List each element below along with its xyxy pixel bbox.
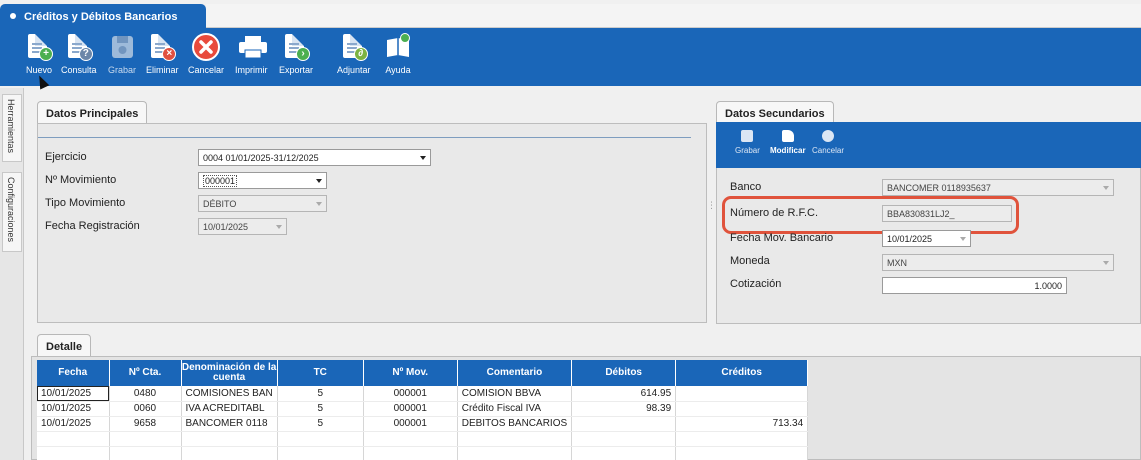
new-button[interactable]: + Nuevo <box>24 32 54 75</box>
chevron-down-icon <box>316 202 322 206</box>
chevron-down-icon <box>1103 186 1109 190</box>
cell-comentario[interactable]: Crédito Fiscal IVA <box>457 401 573 417</box>
cell-creditos[interactable] <box>675 401 809 417</box>
save-button[interactable]: Grabar <box>107 32 137 75</box>
column-header-cta[interactable]: Nº Cta. <box>109 360 182 386</box>
cell-debitos[interactable]: 98.39 <box>571 401 677 417</box>
cell-debitos[interactable]: 614.95 <box>571 386 677 402</box>
cell-comentario[interactable]: DEBITOS BANCARIOS <box>457 416 573 432</box>
fecha-mov-field[interactable]: 10/01/2025 <box>882 230 971 247</box>
delete-button[interactable]: × Eliminar <box>146 32 179 75</box>
attach-button[interactable]: ∂ Adjuntar <box>337 32 371 75</box>
detalle-grid: Fecha Nº Cta. Denominación de la cuenta … <box>37 360 809 460</box>
table-row[interactable]: 10/01/2025 0480 COMISIONES BAN 5 000001 … <box>37 386 809 402</box>
banco-select: BANCOMER 0118935637 <box>882 179 1114 196</box>
cancel-circle-icon <box>191 32 221 62</box>
column-header-denominacion[interactable]: Denominación de la cuenta <box>181 360 278 386</box>
query-document-icon: ? <box>64 32 94 62</box>
moneda-label: Moneda <box>730 255 770 267</box>
movimiento-select[interactable]: 000001 <box>198 172 327 189</box>
cotizacion-label: Cotización <box>730 278 782 290</box>
export-button[interactable]: › Exportar <box>279 32 313 75</box>
rfc-highlight-annotation <box>722 196 1019 234</box>
calendar-dropdown-icon <box>960 237 966 241</box>
ejercicio-label: Ejercicio <box>45 151 87 163</box>
chevron-down-icon <box>1103 261 1109 265</box>
cell-tc[interactable]: 5 <box>277 386 364 402</box>
attach-document-icon: ∂ <box>339 32 369 62</box>
save-disk-icon <box>741 130 754 142</box>
tipo-label: Tipo Movimiento <box>45 197 126 209</box>
title-strip <box>206 4 1141 28</box>
edit-document-icon <box>781 130 794 142</box>
cancel-button[interactable]: Cancelar <box>188 32 224 75</box>
column-header-debitos[interactable]: Débitos <box>571 360 677 386</box>
cell-comentario[interactable]: COMISION BBVA <box>457 386 573 402</box>
printer-icon <box>236 32 268 62</box>
table-row[interactable]: 10/01/2025 0060 IVA ACREDITABL 5 000001 … <box>37 401 809 417</box>
fecha-field: 10/01/2025 <box>198 218 287 235</box>
window-dot-icon <box>10 13 16 19</box>
cell-creditos[interactable]: 713.34 <box>675 416 809 432</box>
column-header-fecha[interactable]: Fecha <box>37 360 110 386</box>
cell-mov[interactable]: 000001 <box>363 401 458 417</box>
cell-cta[interactable]: 0480 <box>109 386 182 402</box>
column-header-creditos[interactable]: Créditos <box>675 360 809 386</box>
tipo-select: DÉBITO <box>198 195 327 212</box>
fecha-label: Fecha Registración <box>45 220 140 232</box>
tab-tools[interactable]: Herramientas <box>2 94 22 162</box>
column-header-comentario[interactable]: Comentario <box>457 360 573 386</box>
side-tabs: Herramientas Configuraciones <box>0 88 24 460</box>
cell-tc[interactable]: 5 <box>277 401 364 417</box>
cancel-circle-icon <box>822 130 834 142</box>
query-button[interactable]: ? Consulta <box>61 32 97 75</box>
calendar-dropdown-icon <box>276 225 282 229</box>
cell-fecha[interactable]: 10/01/2025 <box>37 386 110 402</box>
column-header-mov[interactable]: Nº Mov. <box>363 360 458 386</box>
banco-label: Banco <box>730 181 762 193</box>
cell-cta[interactable]: 9658 <box>109 416 182 432</box>
column-header-tc[interactable]: TC <box>277 360 364 386</box>
cell-fecha[interactable]: 10/01/2025 <box>37 401 110 417</box>
cell-denominacion[interactable]: BANCOMER 0118 <box>181 416 278 432</box>
cell-cta[interactable]: 0060 <box>109 401 182 417</box>
secundarios-toolbar: Grabar Modificar Cancelar <box>716 122 1141 168</box>
fecha-mov-label: Fecha Mov. Bancario <box>730 232 834 244</box>
cell-fecha[interactable]: 10/01/2025 <box>37 416 110 432</box>
window-title: Créditos y Débitos Bancarios <box>24 11 178 23</box>
cotizacion-field[interactable]: 1.0000 <box>882 277 1067 294</box>
splitter-handle[interactable]: ⋮ <box>707 200 716 220</box>
new-document-icon: + <box>24 32 54 62</box>
cell-mov[interactable]: 000001 <box>363 416 458 432</box>
chevron-down-icon <box>420 156 426 160</box>
cell-tc[interactable]: 5 <box>277 416 364 432</box>
ejercicio-select[interactable]: 0004 01/01/2025-31/12/2025 <box>198 149 431 166</box>
moneda-select: MXN <box>882 254 1114 271</box>
print-button[interactable]: Imprimir <box>235 32 268 75</box>
window-tab[interactable]: Créditos y Débitos Bancarios <box>0 4 206 28</box>
cell-denominacion[interactable]: COMISIONES BAN <box>181 386 278 402</box>
movimiento-label: Nº Movimiento <box>45 174 117 186</box>
grid-header-row: Fecha Nº Cta. Denominación de la cuenta … <box>37 360 809 386</box>
delete-document-icon: × <box>147 32 177 62</box>
help-book-icon <box>383 32 413 62</box>
table-row-empty <box>37 431 809 447</box>
chevron-down-icon <box>316 179 322 183</box>
cell-denominacion[interactable]: IVA ACREDITABL <box>181 401 278 417</box>
divider <box>38 137 691 138</box>
cell-mov[interactable]: 000001 <box>363 386 458 402</box>
sec-modify-button[interactable]: Modificar <box>770 130 806 155</box>
export-document-icon: › <box>281 32 311 62</box>
sec-save-button[interactable]: Grabar <box>735 130 760 155</box>
main-toolbar: + Nuevo ? Consulta Grabar × Eliminar Can… <box>0 28 1141 86</box>
table-row[interactable]: 10/01/2025 9658 BANCOMER 0118 5 000001 D… <box>37 416 809 432</box>
help-button[interactable]: Ayuda <box>383 32 413 75</box>
cell-debitos[interactable] <box>571 416 677 432</box>
sec-cancel-button[interactable]: Cancelar <box>812 130 844 155</box>
cell-creditos[interactable] <box>675 386 809 402</box>
table-row-empty <box>37 446 809 460</box>
tab-config[interactable]: Configuraciones <box>2 172 22 252</box>
save-disk-icon <box>107 32 137 62</box>
